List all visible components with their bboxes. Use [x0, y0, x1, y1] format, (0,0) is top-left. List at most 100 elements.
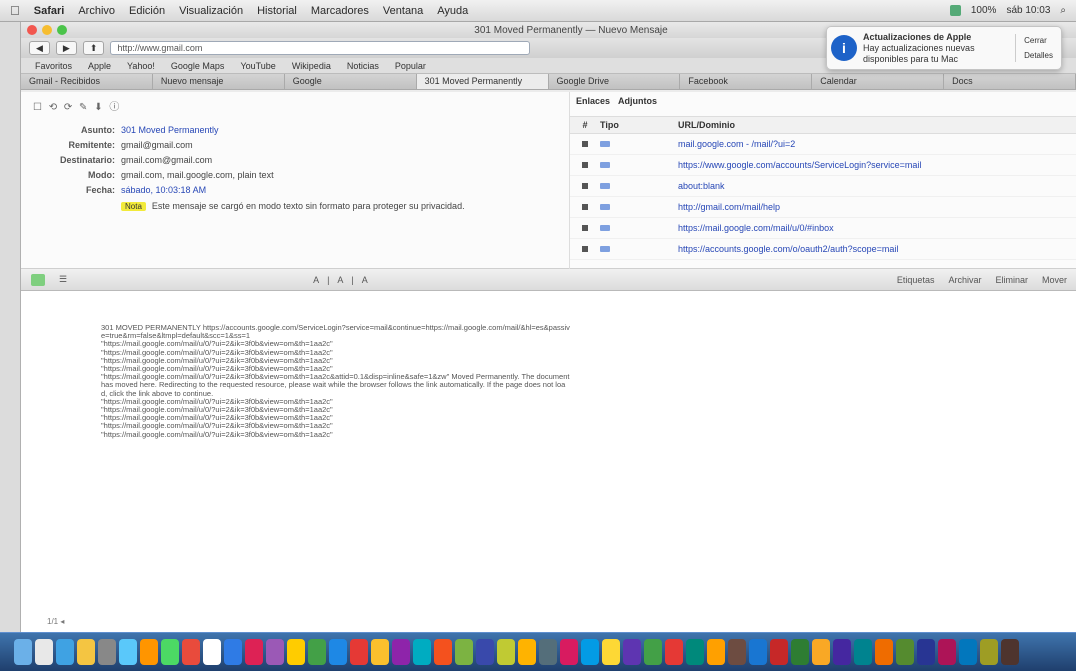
dock-app-icon[interactable]	[287, 639, 305, 665]
dock-app-icon[interactable]	[623, 639, 641, 665]
dock-app-icon[interactable]	[833, 639, 851, 665]
browser-tab[interactable]: Facebook	[680, 74, 813, 89]
dock-app-icon[interactable]	[497, 639, 515, 665]
dock-app-icon[interactable]	[119, 639, 137, 665]
spotlight-icon[interactable]: ⌕	[1060, 5, 1066, 16]
dock-app-icon[interactable]	[665, 639, 683, 665]
dock-app-icon[interactable]	[350, 639, 368, 665]
dock-app-icon[interactable]	[77, 639, 95, 665]
browser-tab[interactable]: Docs	[944, 74, 1076, 89]
bookmark-item[interactable]: YouTube	[240, 61, 275, 71]
menu-historial[interactable]: Historial	[257, 5, 297, 17]
link-url[interactable]: about:blank	[678, 181, 1076, 191]
dock-app-icon[interactable]	[560, 639, 578, 665]
header-toolbar-icons[interactable]: ☐ ⟲ ⟳ ✎ ⬇ ⓘ	[33, 98, 121, 113]
table-row[interactable]: https://www.google.com/accounts/ServiceL…	[570, 155, 1076, 176]
forward-button[interactable]: ▶	[55, 41, 77, 55]
dock-app-icon[interactable]	[161, 639, 179, 665]
dock-app-icon[interactable]	[224, 639, 242, 665]
font-size-controls[interactable]: A | A | A	[313, 275, 371, 285]
table-row[interactable]: about:blank	[570, 176, 1076, 197]
battery-percent[interactable]: 100%	[971, 5, 997, 16]
bookmark-item[interactable]: Popular	[395, 61, 426, 71]
link-url[interactable]: mail.google.com - /mail/?ui=2	[678, 139, 1076, 149]
dock-app-icon[interactable]	[812, 639, 830, 665]
dock-app-icon[interactable]	[917, 639, 935, 665]
menu-visualizacion[interactable]: Visualización	[179, 5, 243, 17]
zoom-window-button[interactable]	[57, 25, 67, 35]
link-url[interactable]: http://gmail.com/mail/help	[678, 202, 1076, 212]
menu-icon[interactable]	[31, 273, 45, 286]
minimize-window-button[interactable]	[42, 25, 52, 35]
move-button[interactable]: Mover	[1042, 275, 1067, 285]
menu-safari[interactable]: Safari	[34, 5, 65, 17]
browser-tab[interactable]: Google	[284, 74, 417, 89]
browser-tab[interactable]: Gmail - Recibidos	[21, 74, 153, 89]
dock-app-icon[interactable]	[728, 639, 746, 665]
dock-app-icon[interactable]	[329, 639, 347, 665]
column-header[interactable]: URL/Dominio	[678, 120, 1076, 130]
dock-app-icon[interactable]	[980, 639, 998, 665]
dock-app-icon[interactable]	[455, 639, 473, 665]
dock-app-icon[interactable]	[770, 639, 788, 665]
dock-app-icon[interactable]	[749, 639, 767, 665]
link-url[interactable]: https://accounts.google.com/o/oauth2/aut…	[678, 244, 1076, 254]
table-row[interactable]: https://accounts.google.com/o/oauth2/aut…	[570, 239, 1076, 260]
dock-app-icon[interactable]	[581, 639, 599, 665]
dock-app-icon[interactable]	[56, 639, 74, 665]
dock-app-icon[interactable]	[98, 639, 116, 665]
meta-value-link[interactable]: 301 Moved Permanently	[121, 125, 219, 135]
bookmark-item[interactable]: Yahoo!	[127, 61, 155, 71]
column-header[interactable]: Tipo	[600, 120, 678, 130]
table-row[interactable]: http://gmail.com/mail/help	[570, 197, 1076, 218]
menu-ventana[interactable]: Ventana	[383, 5, 423, 17]
menu-marcadores[interactable]: Marcadores	[311, 5, 369, 17]
labels-button[interactable]: Etiquetas	[897, 275, 935, 285]
bookmark-item[interactable]: Favoritos	[35, 61, 72, 71]
delete-button[interactable]: Eliminar	[995, 275, 1028, 285]
dock-app-icon[interactable]	[539, 639, 557, 665]
dock-app-icon[interactable]	[791, 639, 809, 665]
dock-app-icon[interactable]	[518, 639, 536, 665]
browser-tab-active[interactable]: 301 Moved Permanently	[416, 74, 549, 89]
dock-app-icon[interactable]	[35, 639, 53, 665]
dock-app-icon[interactable]	[140, 639, 158, 665]
dock-app-icon[interactable]	[875, 639, 893, 665]
clock[interactable]: sáb 10:03	[1006, 5, 1050, 16]
dock-app-icon[interactable]	[476, 639, 494, 665]
notification-details-button[interactable]: Detalles	[1020, 49, 1057, 62]
menu-edicion[interactable]: Edición	[129, 5, 165, 17]
browser-tab[interactable]: Google Drive	[548, 74, 681, 89]
status-app-icon[interactable]	[949, 5, 961, 16]
menu-archivo[interactable]: Archivo	[78, 5, 115, 17]
back-button[interactable]: ◀	[29, 41, 50, 55]
dock-app-icon[interactable]	[938, 639, 956, 665]
dock-app-icon[interactable]	[203, 639, 221, 665]
browser-tab[interactable]: Calendar	[812, 74, 945, 89]
notification-banner[interactable]: i Actualizaciones de Apple Hay actualiza…	[826, 26, 1062, 70]
sidebar-toggle-icon[interactable]: ☰	[59, 274, 67, 285]
dock-app-icon[interactable]	[245, 639, 263, 665]
dock-app-icon[interactable]	[308, 639, 326, 665]
address-bar[interactable]: http://www.gmail.com	[110, 41, 531, 55]
dock-app-icon[interactable]	[854, 639, 872, 665]
dock-app-icon[interactable]	[182, 639, 200, 665]
dock-app-icon[interactable]	[434, 639, 452, 665]
bookmark-item[interactable]: Wikipedia	[292, 61, 331, 71]
meta-value-link[interactable]: sábado, 10:03:18 AM	[121, 185, 206, 195]
share-button[interactable]: ⬆	[82, 41, 105, 55]
column-header[interactable]: #	[570, 120, 600, 130]
tab-attachments[interactable]: Adjuntos	[618, 96, 657, 108]
dock-app-icon[interactable]	[392, 639, 410, 665]
table-row[interactable]: mail.google.com - /mail/?ui=2	[570, 134, 1076, 155]
dock-app-icon[interactable]	[644, 639, 662, 665]
link-url[interactable]: https://mail.google.com/mail/u/0/#inbox	[678, 223, 1076, 233]
dock-app-icon[interactable]	[413, 639, 431, 665]
dock-app-icon[interactable]	[686, 639, 704, 665]
bookmark-item[interactable]: Noticias	[347, 61, 379, 71]
bookmark-item[interactable]: Apple	[88, 61, 111, 71]
browser-tab[interactable]: Nuevo mensaje	[152, 74, 285, 89]
dock-app-icon[interactable]	[896, 639, 914, 665]
close-window-button[interactable]	[27, 25, 37, 35]
dock-app-icon[interactable]	[266, 639, 284, 665]
